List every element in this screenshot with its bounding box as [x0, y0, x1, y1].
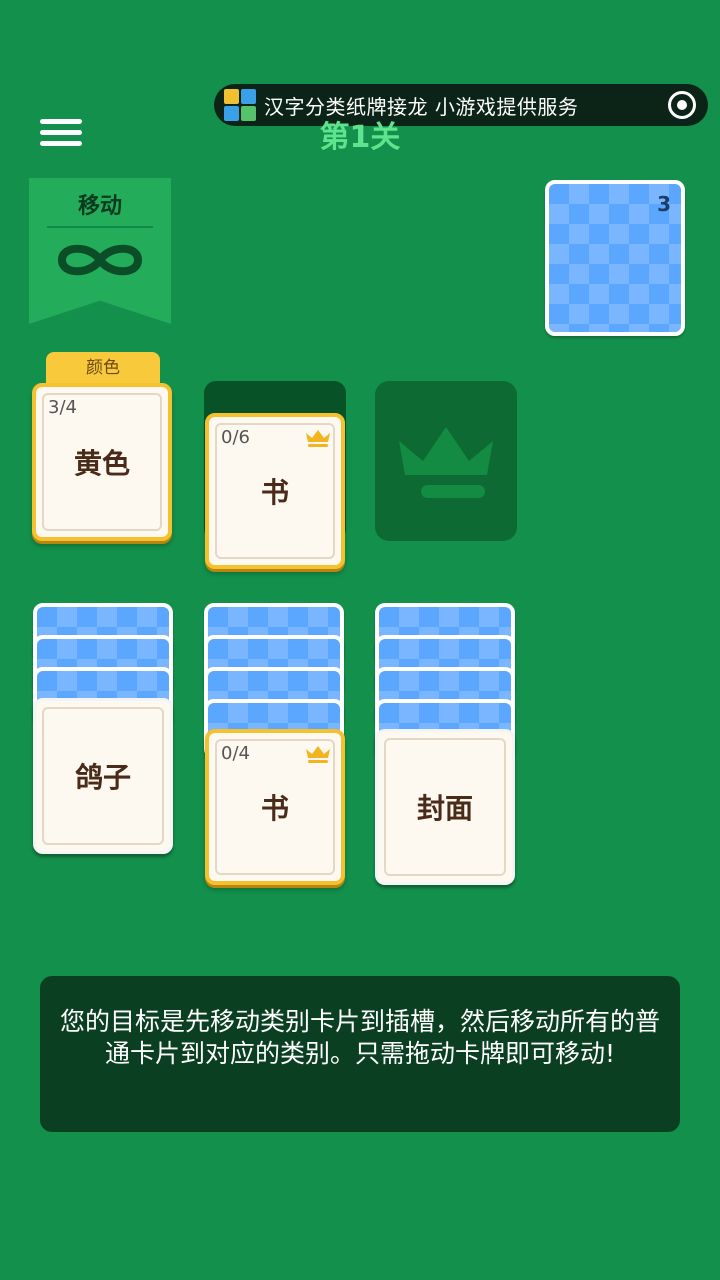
card-count: 0/6 [221, 427, 250, 448]
moves-label: 移动 [77, 194, 122, 219]
category-card-book[interactable]: 0/4 书 [205, 729, 345, 885]
infinity-icon [57, 244, 143, 276]
empty-category-slot[interactable] [375, 381, 517, 541]
crown-icon [306, 746, 330, 763]
crown-icon [399, 427, 493, 498]
card-word: 书 [260, 792, 289, 825]
ribbon-divider [47, 226, 153, 228]
category-card-book[interactable]: 0/6 书 [205, 413, 345, 569]
hint-text: 您的目标是先移动类别卡片到插槽，然后移动所有的普通卡片到对应的类别。只需拖动卡牌… [40, 976, 680, 1132]
card-word: 封面 [416, 792, 473, 825]
card-word: 鸽子 [74, 761, 131, 794]
word-card-pigeon[interactable]: 鸽子 [33, 698, 173, 854]
card-word: 黄色 [73, 447, 130, 480]
draw-deck[interactable]: 3 [545, 180, 685, 336]
card-count: 3/4 [48, 397, 77, 418]
word-card-cover[interactable]: 封面 [375, 729, 515, 885]
card-count: 0/4 [221, 743, 250, 764]
level-title: 第1关 [319, 120, 401, 155]
crown-icon [306, 430, 330, 447]
app-logo-icon [224, 89, 256, 121]
record-icon[interactable] [668, 91, 696, 119]
category-card-yellow[interactable]: 3/4 黄色 [32, 383, 172, 541]
card-word: 书 [260, 476, 289, 509]
menu-icon[interactable] [40, 119, 82, 147]
deck-count: 3 [657, 192, 671, 216]
mini-program-bar: 汉字分类纸牌接龙 小游戏提供服务 [214, 84, 708, 126]
category-tab: 颜色 [46, 352, 160, 386]
